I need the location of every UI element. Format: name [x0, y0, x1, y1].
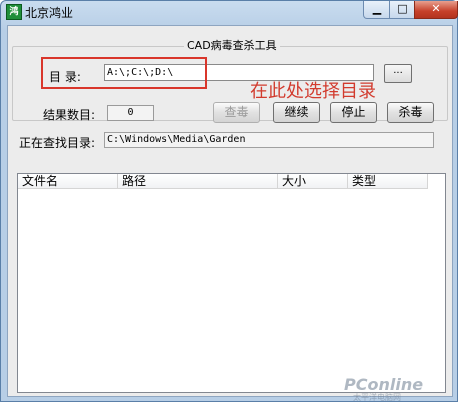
- group-title: CAD病毒查杀工具: [184, 37, 280, 53]
- column-header-type[interactable]: 类型: [348, 174, 428, 189]
- minimize-button[interactable]: ▁: [363, 1, 391, 19]
- results-table[interactable]: 文件名 路径 大小 类型: [17, 173, 446, 393]
- title-bar: 鸿 北京鸿业 ▁ □ ✕: [1, 1, 458, 23]
- current-dir-field: C:\Windows\Media\Garden: [104, 132, 434, 148]
- app-logo-icon: 鸿: [6, 4, 22, 20]
- client-area: CAD病毒查杀工具 目 录: A:\;C:\;D:\ ... 在此处选择目录 结…: [7, 25, 453, 397]
- annotation-text: 在此处选择目录: [250, 81, 376, 102]
- query-virus-button[interactable]: 查毒: [213, 102, 260, 123]
- watermark-subtitle: 太平洋电脑网: [353, 393, 401, 402]
- result-count-label: 结果数目:: [43, 108, 96, 122]
- close-button[interactable]: ✕: [414, 1, 458, 19]
- app-window: 鸿 北京鸿业 ▁ □ ✕ CAD病毒查杀工具 目 录: A:\;C:\;D:\ …: [0, 0, 458, 402]
- column-header-filename[interactable]: 文件名: [18, 174, 118, 189]
- current-dir-label: 正在查找目录:: [19, 136, 96, 150]
- stop-button[interactable]: 停止: [330, 102, 377, 123]
- table-header: 文件名 路径 大小 类型: [18, 174, 445, 190]
- continue-button[interactable]: 继续: [273, 102, 320, 123]
- column-header-size[interactable]: 大小: [278, 174, 348, 189]
- highlight-box: [41, 57, 207, 89]
- result-count-field: 0: [107, 105, 154, 121]
- browse-button[interactable]: ...: [384, 64, 412, 83]
- window-title: 北京鸿业: [25, 6, 74, 20]
- maximize-button[interactable]: □: [389, 1, 416, 19]
- kill-virus-button[interactable]: 杀毒: [387, 102, 434, 123]
- column-header-path[interactable]: 路径: [118, 174, 278, 189]
